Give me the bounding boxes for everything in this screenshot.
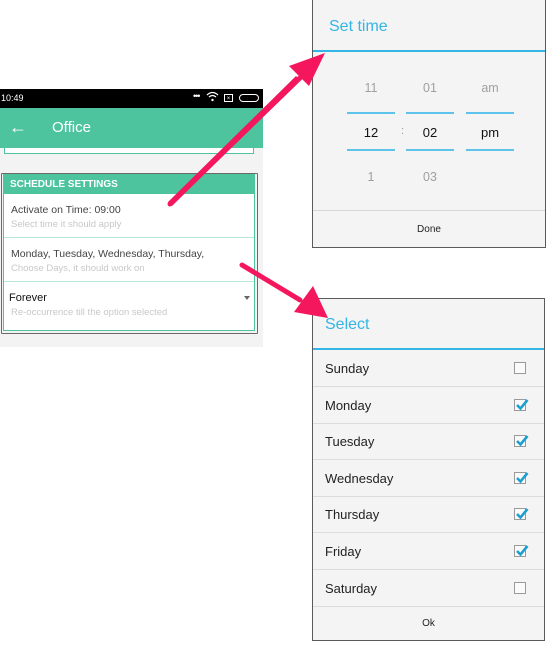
hour-next[interactable]: 1	[347, 170, 395, 184]
day-checkbox[interactable]	[514, 508, 529, 521]
day-row-monday[interactable]: Monday	[313, 387, 544, 424]
recurrence-dropdown[interactable]: Forever Re-occurrence till the option se…	[4, 282, 254, 326]
status-time: 10:49	[1, 93, 24, 103]
hour-picker[interactable]: 11 12 1	[347, 0, 395, 200]
time-separator: :	[401, 125, 405, 137]
day-label: Wednesday	[325, 470, 394, 486]
minute-selected[interactable]: 02	[406, 125, 454, 140]
minute-bottom-line	[406, 149, 454, 151]
checkmark-icon	[516, 471, 529, 484]
days-row[interactable]: Monday, Tuesday, Wednesday, Thursday, Ch…	[4, 238, 254, 282]
day-checkbox[interactable]	[514, 398, 529, 411]
ampm-picker[interactable]: am pm	[466, 0, 514, 200]
app-bar: ← Office	[0, 108, 263, 148]
recurrence-value: Forever	[9, 292, 47, 304]
day-label: Thursday	[325, 507, 380, 523]
day-row-saturday[interactable]: Saturday	[313, 570, 544, 607]
page-title: Office	[52, 119, 91, 136]
minute-picker[interactable]: 01 02 03	[406, 0, 454, 200]
checkmark-icon	[516, 435, 529, 447]
battery-icon	[239, 94, 259, 102]
minute-top-line	[406, 112, 454, 114]
hour-selected[interactable]: 12	[347, 125, 395, 140]
day-row-thursday[interactable]: Thursday	[313, 496, 544, 534]
sim-icon: ×	[224, 94, 233, 102]
phone-screen: 10:49 ••• × ← Office SCHEDULE SETTINGS A…	[0, 89, 263, 347]
more-dots-icon: •••	[193, 91, 201, 101]
ampm-top-line	[466, 112, 514, 114]
wifi-icon	[206, 91, 219, 104]
checkmark-icon	[516, 398, 529, 411]
select-days-dialog: Select Sunday Monday Tuesday Wednesday Thurs…	[312, 298, 545, 641]
minute-next[interactable]: 03	[406, 170, 454, 184]
minute-prev[interactable]: 01	[406, 81, 454, 95]
dialog-title: Select	[325, 316, 370, 333]
arrow-left-icon[interactable]: ←	[9, 117, 27, 137]
ampm-bottom-line	[466, 149, 514, 151]
day-label: Sunday	[325, 361, 370, 376]
day-checkbox[interactable]	[514, 435, 529, 448]
hour-bottom-line	[347, 149, 395, 151]
dropdown-caret-icon[interactable]	[244, 296, 250, 300]
checkmark-icon	[516, 545, 529, 557]
set-time-dialog: Set time 11 12 1 : 01 02 03 am pm Done	[312, 0, 546, 248]
activate-time-row[interactable]: Activate on Time: 09:00 Select time it s…	[4, 194, 254, 238]
previous-card	[4, 148, 254, 154]
day-label: Tuesday	[325, 434, 375, 450]
day-checkbox[interactable]	[514, 471, 529, 484]
recurrence-hint: Re-occurrence till the option selected	[11, 307, 168, 318]
activate-time-value: Activate on Time: 09:00	[11, 204, 121, 216]
done-button[interactable]: Done	[313, 224, 545, 235]
day-label: Friday	[325, 544, 362, 559]
day-checkbox[interactable]	[514, 545, 529, 557]
schedule-settings-card: SCHEDULE SETTINGS Activate on Time: 09:0…	[3, 174, 255, 331]
day-checkbox[interactable]	[514, 362, 526, 374]
checkmark-icon	[516, 508, 529, 520]
day-label: Saturday	[325, 580, 378, 596]
ok-button[interactable]: Ok	[313, 618, 544, 629]
day-row-friday[interactable]: Friday	[313, 533, 544, 570]
footer-divider	[313, 210, 545, 211]
schedule-settings-header: SCHEDULE SETTINGS	[4, 175, 254, 194]
hour-top-line	[347, 112, 395, 114]
day-checkbox[interactable]	[514, 581, 526, 594]
day-row-tuesday[interactable]: Tuesday	[313, 423, 544, 461]
days-value: Monday, Tuesday, Wednesday, Thursday,	[11, 248, 205, 260]
day-label: Monday	[325, 397, 372, 413]
day-row-sunday[interactable]: Sunday	[313, 350, 544, 387]
ampm-prev[interactable]: am	[466, 81, 514, 95]
status-bar: 10:49 ••• ×	[0, 89, 263, 108]
ampm-selected[interactable]: pm	[466, 125, 514, 140]
activate-time-hint: Select time it should apply	[11, 219, 122, 230]
days-hint: Choose Days, it should work on	[11, 263, 145, 274]
day-row-wednesday[interactable]: Wednesday	[313, 460, 544, 497]
hour-prev[interactable]: 11	[347, 81, 395, 95]
